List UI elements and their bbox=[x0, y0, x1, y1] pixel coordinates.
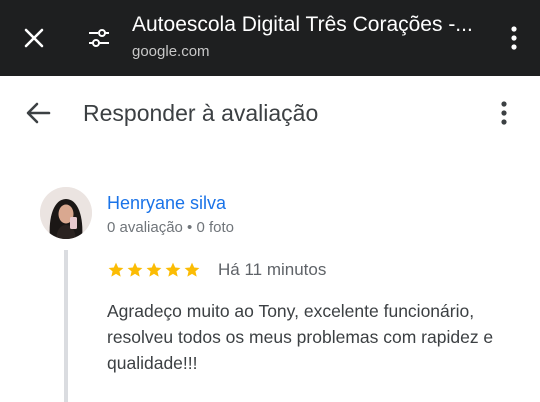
close-icon bbox=[24, 28, 44, 48]
review-author-meta: 0 avaliação • 0 foto bbox=[107, 219, 235, 236]
page-title-text: Autoescola Digital Três Corações -... bbox=[132, 13, 473, 36]
page-title: Responder à avaliação bbox=[83, 100, 319, 126]
avatar[interactable] bbox=[40, 187, 92, 239]
rating-row: Há 11 minutos bbox=[107, 258, 326, 282]
arrow-back-icon bbox=[26, 102, 51, 124]
review-text: Agradeço muito ao Tony, excelente funcio… bbox=[107, 301, 494, 373]
site-settings-button[interactable] bbox=[79, 18, 119, 58]
star-icon bbox=[184, 262, 200, 277]
star-icon bbox=[108, 262, 124, 277]
star-icon bbox=[146, 262, 162, 277]
browser-top-bar: Autoescola Digital Três Corações -... go… bbox=[0, 0, 540, 76]
more-vert-icon bbox=[511, 26, 517, 50]
more-vert-icon bbox=[501, 101, 507, 125]
review-card: Henryane silva 0 avaliação • 0 foto Há 1… bbox=[0, 150, 540, 402]
close-button[interactable] bbox=[14, 18, 54, 58]
more-options-button[interactable] bbox=[490, 93, 518, 133]
browser-title-block[interactable]: Autoescola Digital Três Corações -... go… bbox=[132, 10, 484, 62]
star-icon bbox=[127, 262, 143, 277]
back-button[interactable] bbox=[18, 93, 58, 133]
tune-icon bbox=[89, 29, 109, 47]
star-icon bbox=[165, 262, 181, 277]
review-time: Há 11 minutos bbox=[218, 260, 327, 279]
page-url: google.com bbox=[132, 43, 210, 60]
thread-line bbox=[64, 250, 68, 402]
app-bar: Responder à avaliação bbox=[0, 76, 540, 150]
user-photo-icon bbox=[40, 187, 92, 239]
star-rating bbox=[107, 261, 201, 279]
browser-menu-button[interactable] bbox=[500, 18, 528, 58]
review-author-name[interactable]: Henryane silva bbox=[107, 190, 226, 216]
